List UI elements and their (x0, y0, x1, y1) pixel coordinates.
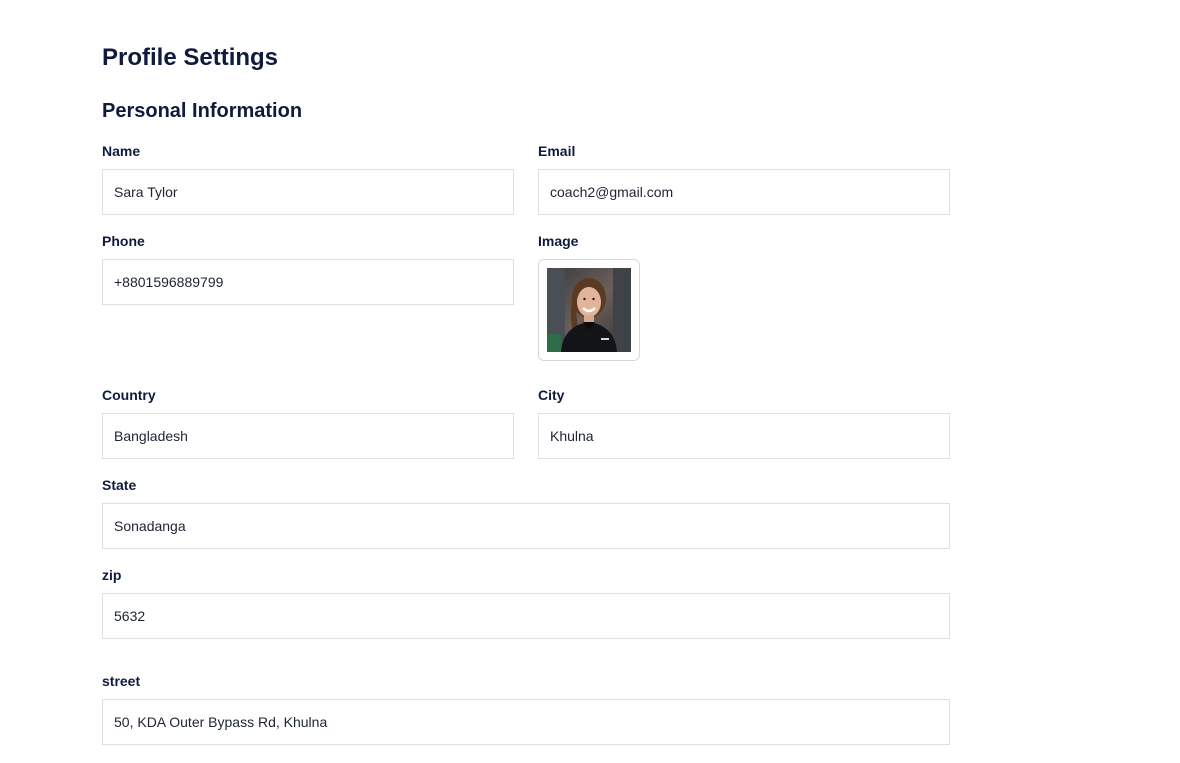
zip-input[interactable] (102, 593, 950, 639)
street-label: street (102, 673, 141, 689)
phone-label: Phone (102, 233, 145, 249)
profile-image-upload[interactable] (538, 259, 640, 361)
avatar (547, 268, 631, 352)
name-input[interactable] (102, 169, 514, 215)
state-input[interactable] (102, 503, 950, 549)
country-input[interactable] (102, 413, 514, 459)
name-label: Name (102, 143, 141, 159)
profile-settings-page: Profile Settings Personal Information Na… (0, 0, 1180, 763)
state-label: State (102, 477, 137, 493)
image-label: Image (538, 233, 579, 249)
page-title: Profile Settings (102, 44, 279, 71)
country-label: Country (102, 387, 156, 403)
city-label: City (538, 387, 565, 403)
section-title-personal-information: Personal Information (102, 100, 303, 122)
email-label: Email (538, 143, 576, 159)
city-input[interactable] (538, 413, 950, 459)
email-input[interactable] (538, 169, 950, 215)
street-input[interactable] (102, 699, 950, 745)
phone-input[interactable] (102, 259, 514, 305)
zip-label: zip (102, 567, 122, 583)
